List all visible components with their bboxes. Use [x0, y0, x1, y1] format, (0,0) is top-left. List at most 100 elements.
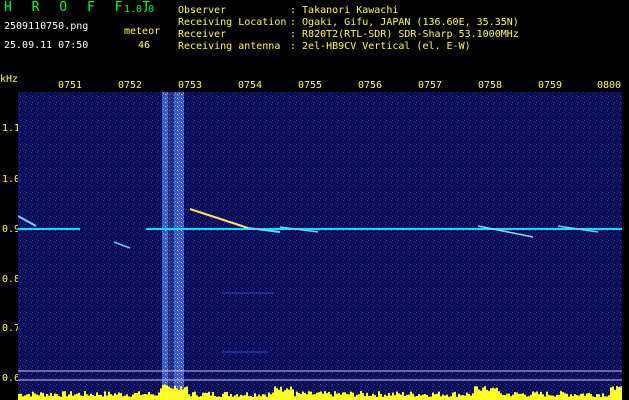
level-bar [44, 396, 46, 400]
observer-key: Observer [178, 5, 227, 16]
level-bar [344, 392, 346, 400]
level-bar [240, 394, 242, 400]
x-tick: 0756 [358, 80, 383, 91]
level-bar [532, 391, 534, 400]
level-bar [260, 396, 262, 400]
level-bar [68, 394, 70, 400]
level-bar [590, 394, 592, 400]
level-bar [82, 395, 84, 400]
level-bar [602, 393, 604, 400]
level-bar [484, 386, 486, 400]
level-bar [254, 393, 256, 400]
level-bar [548, 394, 550, 400]
level-bar [218, 396, 220, 400]
level-bar [558, 394, 560, 400]
level-bar [100, 394, 102, 400]
level-bar [26, 394, 28, 400]
level-bar [326, 393, 328, 400]
level-bar [596, 394, 598, 400]
level-bar [412, 393, 414, 400]
level-bar [226, 391, 228, 400]
level-bar [176, 388, 178, 400]
level-bar [160, 388, 162, 400]
level-bar [522, 393, 524, 400]
level-bar [84, 391, 86, 400]
level-bar [170, 388, 172, 400]
level-bar [494, 388, 496, 400]
level-bar [282, 391, 284, 400]
x-tick: 0759 [538, 80, 563, 91]
level-bar [512, 394, 514, 400]
level-bar [98, 394, 100, 400]
level-bar [140, 395, 142, 400]
level-bar [214, 395, 216, 400]
level-bar [114, 393, 116, 400]
level-bar [566, 393, 568, 400]
level-bar [62, 391, 64, 400]
level-bar [128, 396, 130, 400]
level-bar [340, 394, 342, 400]
level-bar [204, 392, 206, 400]
level-bar [56, 394, 58, 400]
level-bar [238, 396, 240, 400]
level-bar [358, 394, 360, 400]
level-bar [88, 395, 90, 400]
level-bar [488, 391, 490, 400]
level-bar [210, 395, 212, 400]
level-bar [508, 393, 510, 400]
level-bar [126, 394, 128, 400]
level-bar [404, 395, 406, 400]
level-bar [362, 393, 364, 400]
level-bar [102, 396, 104, 400]
level-bar [152, 394, 154, 400]
level-bar [430, 396, 432, 400]
level-bar [118, 392, 120, 400]
level-bar [374, 395, 376, 400]
level-bar [224, 392, 226, 400]
level-bar [284, 390, 286, 400]
level-bar [614, 389, 616, 400]
level-bar [186, 386, 188, 400]
level-bar [58, 395, 60, 400]
level-bar [394, 395, 396, 400]
mode-label: meteor [124, 26, 161, 37]
level-bar [22, 396, 24, 400]
level-bar [392, 392, 394, 400]
level-bar [538, 394, 540, 400]
level-bar [526, 396, 528, 400]
level-bar [418, 394, 420, 400]
level-bar [514, 392, 516, 400]
level-bar [24, 395, 26, 400]
level-bar [246, 392, 248, 400]
level-bar [132, 394, 134, 400]
level-bar [524, 394, 526, 400]
level-bar [162, 384, 164, 400]
level-bar [616, 386, 618, 400]
level-bar [166, 385, 168, 400]
level-bar [586, 393, 588, 400]
level-bar [122, 396, 124, 400]
level-bar [576, 395, 578, 400]
level-bar [202, 392, 204, 400]
file-name: 2509110750.png [4, 21, 89, 32]
level-bar [364, 396, 366, 400]
level-bar [530, 394, 532, 400]
level-bar [438, 391, 440, 400]
level-bar [18, 394, 20, 400]
x-tick: 0755 [298, 80, 323, 91]
level-bar [580, 393, 582, 400]
level-bar [482, 387, 484, 400]
location-key: Receiving Location [178, 17, 287, 28]
level-bar [552, 395, 554, 400]
level-bar [536, 391, 538, 400]
level-bar [90, 393, 92, 400]
level-bar [346, 393, 348, 400]
level-bar [442, 394, 444, 400]
level-bar [178, 389, 180, 400]
level-bar [588, 393, 590, 400]
level-bar [292, 389, 294, 400]
level-bar [36, 394, 38, 400]
level-bar [574, 394, 576, 400]
level-bar [286, 388, 288, 400]
x-tick: 0757 [418, 80, 443, 91]
